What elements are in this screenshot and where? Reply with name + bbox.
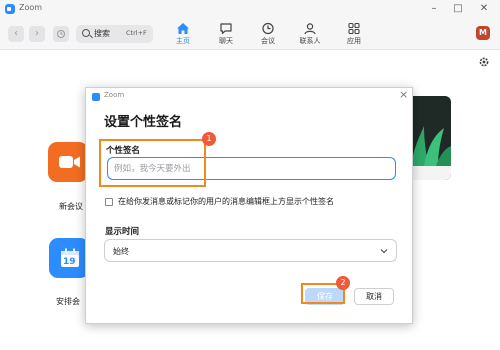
show-signature-label[interactable]: 在给你发消息或标记你的用户的消息编辑框上方显示个性签名: [118, 196, 334, 207]
tab-meetings[interactable]: 会议: [250, 21, 286, 49]
search-input[interactable]: 搜索 Ctrl+F: [76, 25, 153, 43]
calendar-day: 19: [63, 257, 76, 267]
title-bar: Zoom – □ ✕: [0, 0, 500, 18]
new-meeting-label: 新会议: [59, 202, 83, 211]
maximize-icon[interactable]: □: [450, 1, 466, 16]
tab-home-label: 主页: [176, 37, 190, 45]
clock-icon: [262, 22, 274, 35]
new-meeting-tile[interactable]: [48, 142, 88, 182]
close-icon[interactable]: ✕: [476, 1, 492, 16]
apps-icon: [348, 22, 360, 35]
home-icon: [177, 23, 189, 34]
tab-contacts-label: 联系人: [299, 37, 321, 45]
history-icon: [57, 30, 65, 38]
highlight-box-signature: [99, 139, 206, 187]
search-shortcut: Ctrl+F: [126, 29, 147, 37]
tab-home[interactable]: 主页: [165, 21, 201, 49]
contacts-icon: [304, 23, 316, 35]
tab-apps-label: 应用: [347, 37, 361, 45]
signature-dialog: Zoom × 设置个性签名 个性签名 在给你发消息或标记你的用户的消息编辑框上方…: [85, 87, 413, 324]
tab-chat-label: 聊天: [219, 37, 233, 45]
display-time-select[interactable]: 始终: [104, 239, 397, 262]
display-time-value: 始终: [113, 247, 129, 256]
tab-contacts[interactable]: 联系人: [292, 21, 328, 49]
video-camera-icon: [59, 156, 80, 168]
tab-apps[interactable]: 应用: [336, 21, 372, 49]
zoom-logo-icon: [5, 4, 15, 14]
step-marker-2: 2: [336, 276, 350, 290]
search-label: 搜索: [94, 29, 110, 38]
chat-icon: [220, 23, 232, 35]
zoom-logo-icon: [92, 93, 100, 101]
dialog-close-icon[interactable]: ×: [399, 88, 408, 101]
chevron-down-icon: [380, 249, 388, 254]
cancel-button[interactable]: 取消: [354, 288, 394, 305]
show-signature-checkbox[interactable]: [105, 198, 113, 206]
minimize-icon[interactable]: –: [426, 1, 442, 16]
search-icon: [82, 29, 90, 37]
dialog-heading: 设置个性签名: [104, 115, 183, 130]
display-time-label: 显示时间: [105, 227, 140, 237]
tab-meetings-label: 会议: [261, 37, 275, 45]
forward-button[interactable]: ›: [29, 26, 45, 42]
dialog-title: Zoom: [104, 91, 125, 99]
schedule-meeting-tile[interactable]: 19: [49, 238, 89, 278]
avatar[interactable]: M: [476, 26, 490, 40]
schedule-meeting-label: 安排会: [56, 297, 80, 306]
main-toolbar: ‹ › 搜索 Ctrl+F 主页 聊天 会议 联系人 应用: [0, 18, 500, 50]
history-button[interactable]: [53, 26, 69, 42]
tab-chat[interactable]: 聊天: [208, 21, 244, 49]
back-button[interactable]: ‹: [8, 26, 24, 42]
gear-icon[interactable]: [478, 56, 490, 68]
window-title: Zoom: [19, 3, 43, 12]
step-marker-1: 1: [202, 132, 216, 146]
